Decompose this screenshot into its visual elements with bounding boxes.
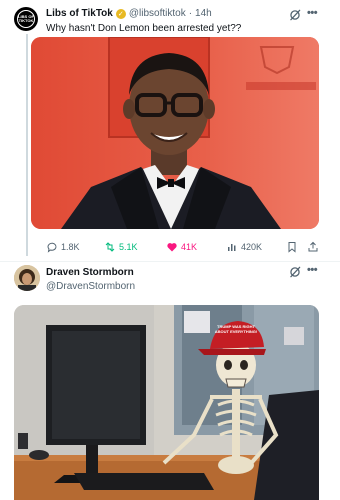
post-libsoftiktok[interactable]: LIBS OF TIKTOK Libs of TikTok ✓ @libsoft… <box>0 0 340 262</box>
portrait-illustration <box>31 37 319 229</box>
like-count: 41K <box>181 242 198 252</box>
like-icon <box>167 243 177 252</box>
verified-badge-icon: ✓ <box>115 8 126 19</box>
author-name[interactable]: Libs of TikTok <box>46 8 113 19</box>
reply-icon <box>47 242 57 253</box>
bookmark-icon <box>288 242 296 253</box>
grok-icon[interactable] <box>288 265 302 279</box>
post-media-image[interactable] <box>31 37 319 229</box>
views-icon <box>228 244 236 251</box>
hat-text: TRUMP WAS RIGHT ABOUT EVERYTHING! <box>214 324 258 334</box>
meta-separator: · <box>188 8 193 19</box>
share-icon <box>308 241 318 252</box>
reply-button[interactable]: 1.8K <box>46 241 80 253</box>
more-icon[interactable]: ••• <box>307 7 318 19</box>
author-name-2[interactable]: Draven Stormborn <box>46 267 135 278</box>
bookmark-button[interactable] <box>286 241 298 253</box>
views-button[interactable]: 420K <box>226 241 262 253</box>
post-media-image-2[interactable]: TRUMP WAS RIGHT ABOUT EVERYTHING! <box>14 305 319 500</box>
avatar-image <box>14 265 40 291</box>
like-button[interactable]: 41K <box>166 241 197 253</box>
avatar-logo-text: LIBS OF TIKTOK <box>18 14 34 23</box>
reply-count: 1.8K <box>61 242 80 252</box>
share-button[interactable] <box>307 241 319 253</box>
author-handle[interactable]: @libsoftiktok <box>129 8 186 19</box>
avatar-dravenstormborn[interactable] <box>14 265 40 291</box>
skeleton-computer-illustration <box>14 305 319 500</box>
post-header: Libs of TikTok ✓ @libsoftiktok · 14h <box>46 8 212 19</box>
post-time[interactable]: 14h <box>195 8 212 19</box>
repost-count: 5.1K <box>119 242 138 252</box>
post-divider <box>0 261 340 262</box>
views-count: 420K <box>241 242 263 252</box>
author-handle-2[interactable]: @DravenStormborn <box>46 281 135 292</box>
grok-icon[interactable] <box>288 8 302 22</box>
repost-icon <box>105 242 115 252</box>
repost-button[interactable]: 5.1K <box>104 241 138 253</box>
thread-connector-line <box>26 34 28 256</box>
post-actions-bar: 1.8K 5.1K 41K 420K <box>46 241 322 255</box>
post-header-2: Draven Stormborn @DravenStormborn <box>46 267 135 292</box>
post-text: Why hasn't Don Lemon been arrested yet?? <box>46 23 242 34</box>
avatar-libsoftiktok[interactable]: LIBS OF TIKTOK <box>14 7 38 31</box>
more-icon[interactable]: ••• <box>307 264 318 276</box>
avatar-logo: LIBS OF TIKTOK <box>17 10 35 28</box>
